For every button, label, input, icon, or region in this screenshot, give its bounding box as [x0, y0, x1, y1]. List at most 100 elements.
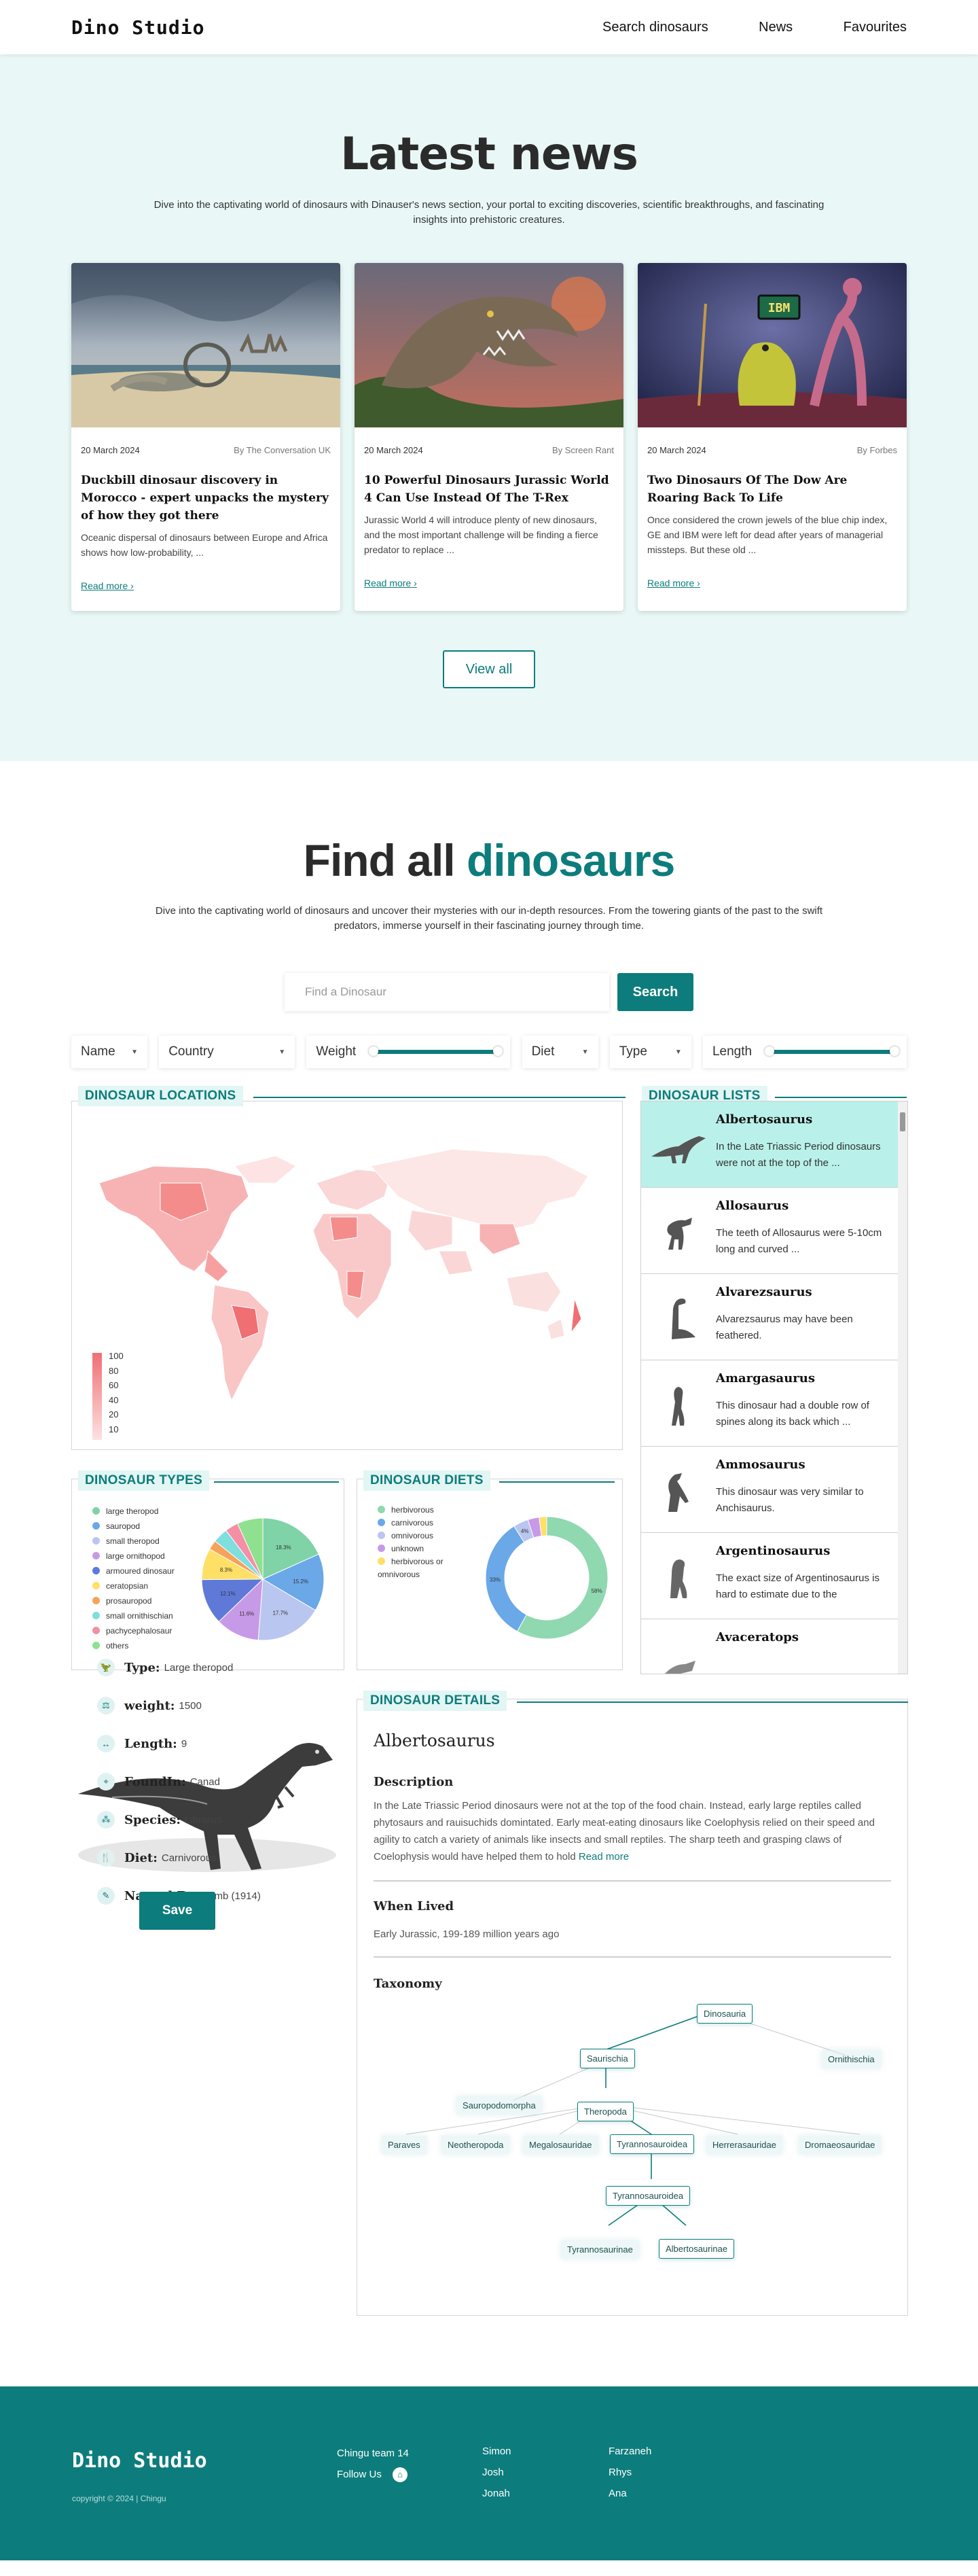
- when-lived-text: Early Jurassic, 199-189 million years ag…: [374, 1928, 560, 1940]
- save-button[interactable]: Save: [139, 1892, 215, 1930]
- member-name[interactable]: Simon: [482, 2441, 511, 2462]
- country-filter[interactable]: Country ▼: [159, 1036, 295, 1068]
- nav-news[interactable]: News: [759, 20, 793, 35]
- tax-node-ornithischia[interactable]: Ornithischia: [822, 2050, 881, 2068]
- list-item[interactable]: Argentinosaurus The exact size of Argenti…: [641, 1533, 907, 1619]
- tax-node-dromaeosauridae[interactable]: Dromaeosauridae: [799, 2136, 882, 2154]
- tax-node-paraves[interactable]: Paraves: [382, 2136, 427, 2154]
- tax-node-albertosaurinae[interactable]: Albertosaurinae: [659, 2239, 735, 2259]
- member-name[interactable]: Josh: [482, 2462, 511, 2483]
- nav-favourites[interactable]: Favourites: [844, 20, 907, 35]
- member-name[interactable]: Ana: [609, 2483, 651, 2504]
- view-all-button[interactable]: View all: [443, 650, 535, 688]
- caret-down-icon: ▼: [278, 1048, 286, 1056]
- news-card-image: [71, 263, 340, 427]
- dino-name: Albertosaurus: [716, 1112, 813, 1127]
- news-card-title[interactable]: 10 Powerful Dinosaurs Jurassic World 4 C…: [364, 472, 614, 507]
- title-rule: [775, 1097, 907, 1098]
- member-name[interactable]: Rhys: [609, 2462, 651, 2483]
- caret-down-icon: ▼: [674, 1048, 682, 1056]
- list-item[interactable]: Amargasaurus This dinosaur had a double r…: [641, 1360, 907, 1447]
- length-icon: ↔: [97, 1735, 115, 1752]
- news-date: 20 March 2024: [364, 445, 423, 455]
- dinosaur-list[interactable]: Albertosaurus In the Late Triassic Period…: [640, 1101, 908, 1674]
- attribute-label: FoundIn:: [124, 1774, 186, 1789]
- tax-node-megalosauridae[interactable]: Megalosauridae: [523, 2136, 598, 2154]
- filter-bar: Name ▼ Country ▼ Weight Diet ▼ Type ▼ Length: [71, 1036, 907, 1068]
- read-more-link[interactable]: Read more ›: [81, 580, 331, 591]
- logo[interactable]: Dino Studio: [71, 16, 204, 39]
- search-input[interactable]: Find a Dinosaur: [285, 973, 609, 1011]
- search-button[interactable]: Search: [617, 973, 693, 1011]
- news-card[interactable]: 20 March 2024 By Screen Rant 10 Powerful …: [355, 263, 623, 611]
- legend-item: unknown: [378, 1542, 466, 1555]
- tax-node-tyrannosaurinae[interactable]: Tyrannosaurinae: [561, 2240, 639, 2259]
- dino-thumbnail: [641, 1630, 716, 1674]
- news-lead: Dive into the captivating world of dinos…: [153, 199, 825, 226]
- tax-node-tyrannosauroidea-2[interactable]: Tyrannosauroidea: [606, 2186, 691, 2206]
- github-icon[interactable]: ⌂: [393, 2467, 408, 2483]
- dino-detail-name: Albertosaurus: [374, 1731, 495, 1750]
- world-map[interactable]: [72, 1101, 622, 1449]
- read-more-label: Read more: [647, 578, 695, 588]
- legend-swatch: [378, 1506, 385, 1513]
- read-more-link[interactable]: Read more ›: [364, 578, 614, 588]
- tax-node-dinosauria[interactable]: Dinosauria: [697, 2004, 753, 2024]
- legend-item: large ornithopod: [92, 1549, 175, 1564]
- legend-label: carnivorous: [391, 1518, 434, 1528]
- description-heading: Description: [374, 1775, 454, 1789]
- filter-label: Weight: [316, 1044, 357, 1059]
- footer-logo[interactable]: Dino Studio: [72, 2449, 207, 2473]
- nav-search-dinosaurs[interactable]: Search dinosaurs: [602, 20, 708, 35]
- list-item[interactable]: Allosaurus The teeth of Allosaurus were 5…: [641, 1188, 907, 1274]
- weight-filter[interactable]: Weight: [306, 1036, 511, 1068]
- diets-data-label: 4%: [521, 1528, 529, 1534]
- legend-label: small ornithischian: [106, 1611, 173, 1621]
- legend-value: 100: [109, 1351, 124, 1361]
- legend-item: small theropod: [92, 1534, 175, 1549]
- legend-label: large ornithopod: [106, 1551, 165, 1561]
- scrollbar-thumb[interactable]: [900, 1112, 905, 1131]
- tax-node-tyrannosauroidea[interactable]: Tyrannosauroidea: [610, 2134, 695, 2154]
- news-card-title[interactable]: Two Dinosaurs Of The Dow Are Roaring Bac…: [647, 472, 897, 507]
- tax-node-herrerasauridae[interactable]: Herrerasauridae: [706, 2136, 782, 2154]
- tax-node-neotheropoda[interactable]: Neotheropoda: [441, 2136, 510, 2154]
- tax-node-sauropodomorpha[interactable]: Sauropodomorpha: [456, 2096, 542, 2115]
- member-name[interactable]: Farzaneh: [609, 2441, 651, 2462]
- read-more-link[interactable]: Read more: [579, 1851, 629, 1863]
- filter-label: Type: [619, 1044, 647, 1059]
- news-card[interactable]: IBM 20 March 2024 By Forbes Two Dinosaurs…: [638, 263, 907, 611]
- legend-swatch: [378, 1519, 385, 1526]
- tax-node-theropoda[interactable]: Theropoda: [577, 2102, 634, 2121]
- legend-item: ceratopsian: [92, 1578, 175, 1593]
- attribute-label: Length:: [124, 1736, 177, 1751]
- attribute-label: Diet:: [124, 1850, 158, 1865]
- tax-node-saurischia[interactable]: Saurischia: [580, 2049, 635, 2068]
- length-range-slider[interactable]: [765, 1046, 899, 1056]
- list-item[interactable]: Ammosaurus This dinosaur was very similar…: [641, 1447, 907, 1533]
- type-filter[interactable]: Type ▼: [609, 1036, 691, 1068]
- list-item[interactable]: Avaceratops: [641, 1619, 907, 1674]
- news-card-title[interactable]: Duckbill dinosaur discovery in Morocco -…: [81, 472, 331, 525]
- follow-us[interactable]: Follow Us ⌂: [337, 2464, 409, 2485]
- list-item[interactable]: Alvarezsaurus Alvarezsaurus may have been…: [641, 1274, 907, 1360]
- weight-range-slider[interactable]: [369, 1046, 503, 1056]
- attribute-value: Large theropod: [164, 1661, 234, 1674]
- read-more-link[interactable]: Read more ›: [647, 578, 897, 588]
- list-scrollbar[interactable]: [898, 1101, 907, 1674]
- member-name[interactable]: Jonah: [482, 2483, 511, 2504]
- find-title-accent: dinosaurs: [466, 835, 675, 885]
- name-filter[interactable]: Name ▼: [71, 1036, 147, 1068]
- legend-value: 10: [109, 1424, 119, 1434]
- legend-item: prosauropod: [92, 1593, 175, 1608]
- legend-item: large theropod: [92, 1504, 175, 1519]
- footer-members-col-1: Simon Josh Jonah: [482, 2441, 511, 2504]
- diet-filter[interactable]: Diet ▼: [522, 1036, 598, 1068]
- dino-attribute: 🦖 Type: Large theropod: [97, 1648, 261, 1687]
- length-filter[interactable]: Length: [702, 1036, 907, 1068]
- legend-label: herbivorous or omnivorous: [378, 1557, 443, 1579]
- list-item[interactable]: Albertosaurus In the Late Triassic Period…: [641, 1101, 907, 1188]
- dino-thumbnail: [641, 1285, 716, 1353]
- legend-item: carnivorous: [378, 1517, 466, 1530]
- news-card[interactable]: 20 March 2024 By The Conversation UK Duck…: [71, 263, 340, 611]
